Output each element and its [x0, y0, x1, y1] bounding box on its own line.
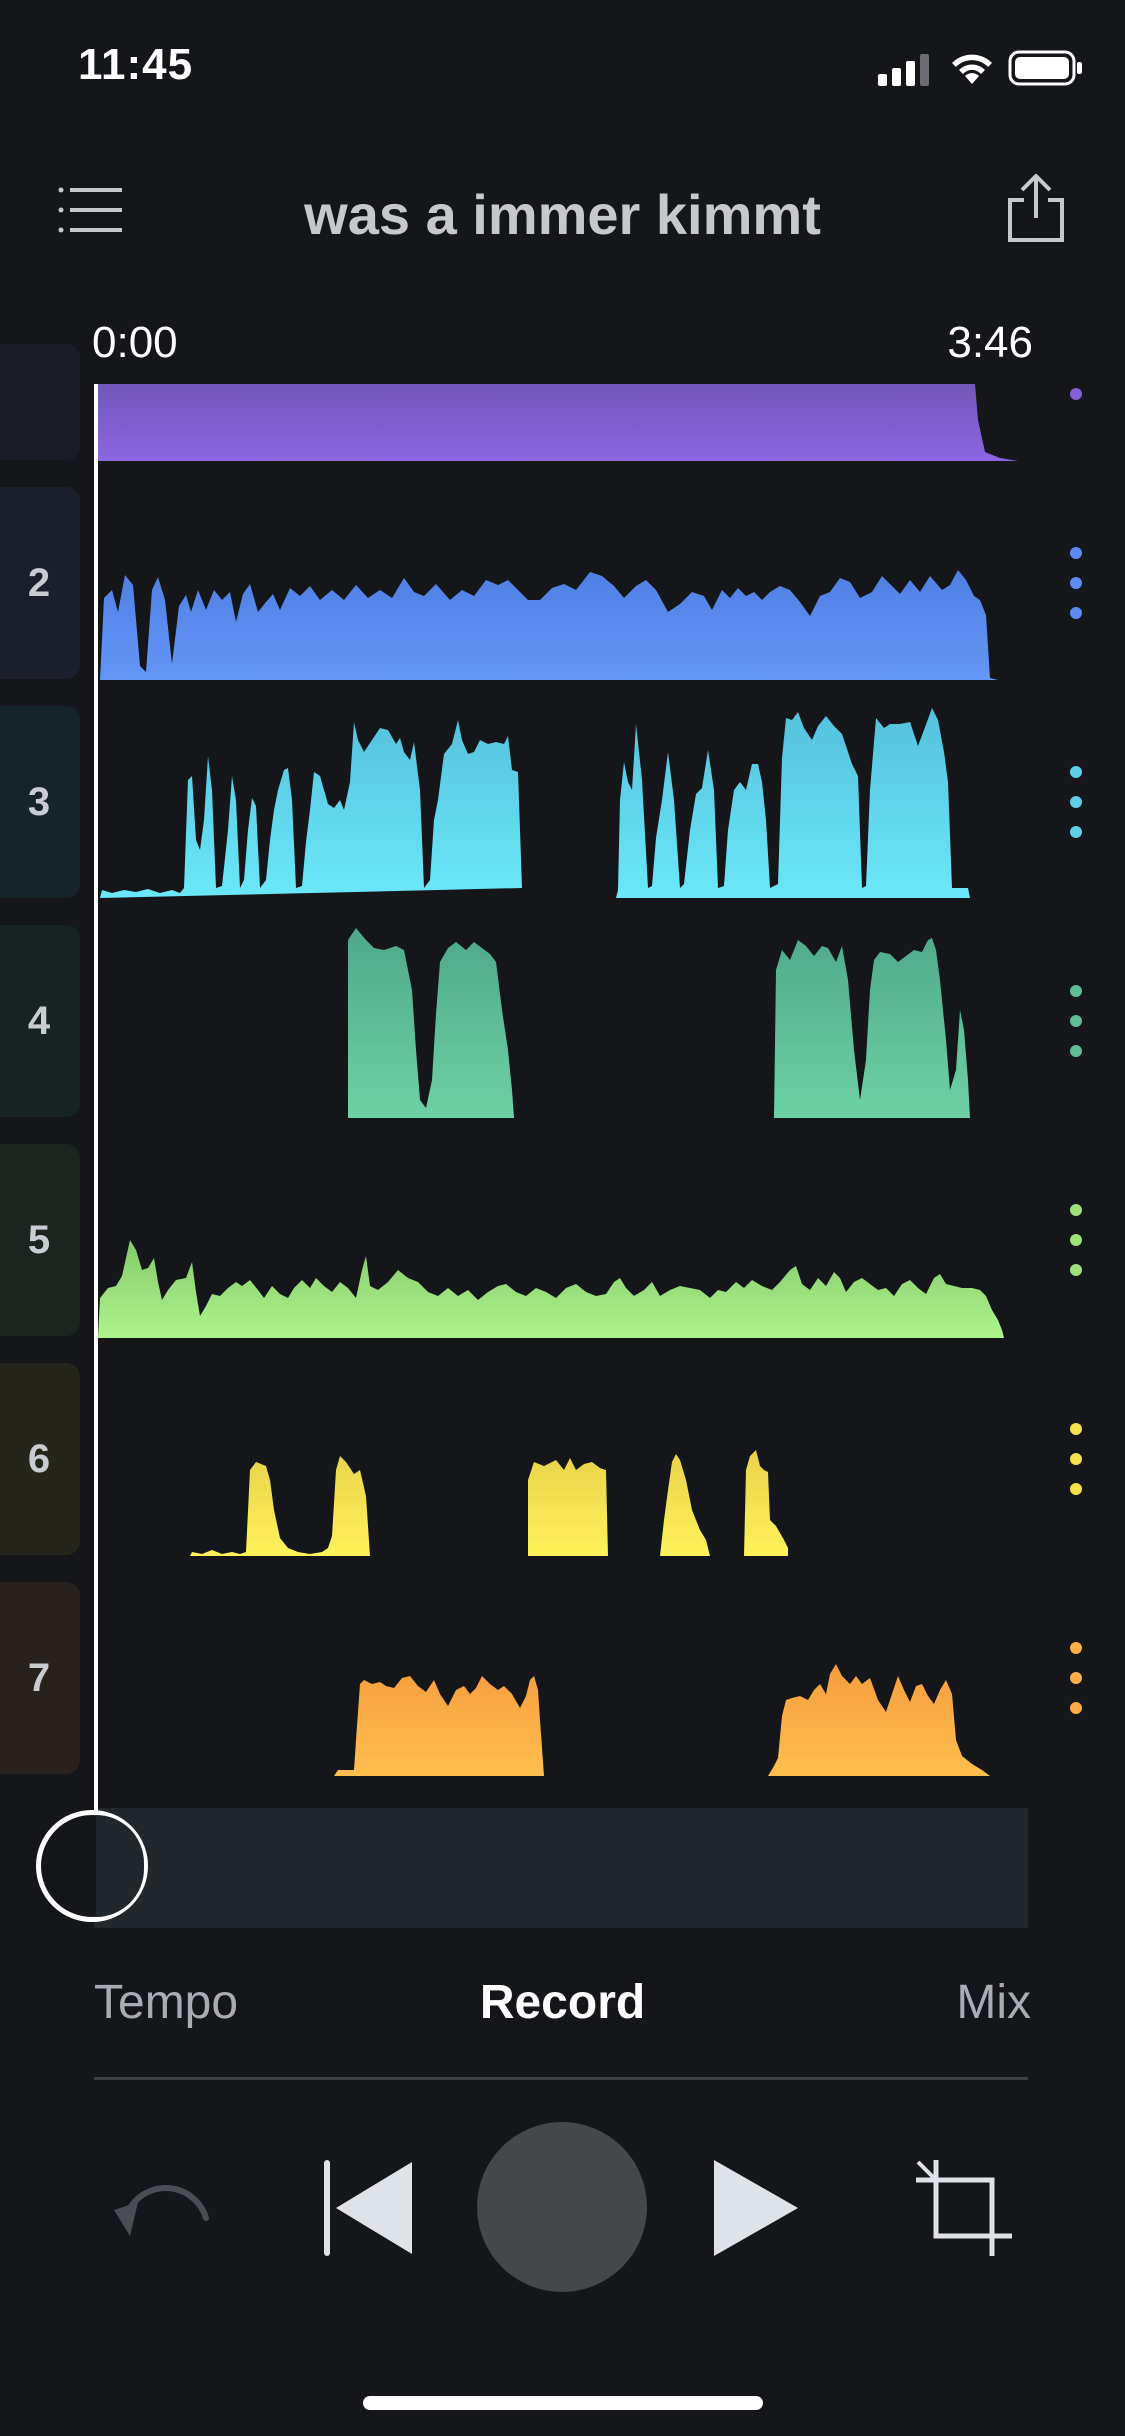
- track-3-options-icon: [1070, 766, 1082, 778]
- tab-divider: [94, 2077, 1028, 2080]
- status-time: 11:45: [78, 40, 194, 89]
- track-2-options-icon: [1070, 547, 1082, 559]
- battery-icon: [1008, 50, 1082, 86]
- track-6-options-icon: [1070, 1423, 1082, 1435]
- waveform-track-1: [98, 384, 1018, 461]
- waveform-track-4: [348, 928, 970, 1118]
- waveform-track-5: [98, 1240, 1004, 1338]
- skip-back-icon[interactable]: [320, 2158, 416, 2258]
- track-1-options-icon: [1070, 388, 1082, 400]
- timeline-end: 3:46: [947, 318, 1033, 367]
- playhead-line[interactable]: [94, 384, 98, 1824]
- waveform-track-7: [334, 1664, 990, 1776]
- song-title[interactable]: was a immer kimmt: [0, 182, 1125, 247]
- play-icon[interactable]: [712, 2158, 802, 2258]
- home-indicator: [363, 2396, 763, 2410]
- scrub-bar[interactable]: [94, 1808, 1028, 1928]
- timeline-start: 0:00: [92, 318, 178, 367]
- wifi-icon: [952, 54, 992, 84]
- track-options-column: [1070, 388, 1082, 1714]
- track-4-options-icon: [1070, 985, 1082, 997]
- tab-mix[interactable]: Mix: [956, 1975, 1031, 2030]
- cellular-signal-icon: [878, 54, 929, 86]
- share-icon[interactable]: [1006, 172, 1066, 244]
- undo-icon[interactable]: [108, 2172, 214, 2248]
- waveform-track-6: [190, 1450, 788, 1556]
- waveform-track-3: [100, 708, 970, 898]
- waveform-area[interactable]: [0, 384, 1125, 1784]
- track-5-options-icon: [1070, 1204, 1082, 1216]
- crop-icon[interactable]: [914, 2158, 1014, 2258]
- waveform-track-2: [100, 570, 998, 680]
- record-button[interactable]: [477, 2122, 647, 2292]
- track-7-options-icon: [1070, 1642, 1082, 1654]
